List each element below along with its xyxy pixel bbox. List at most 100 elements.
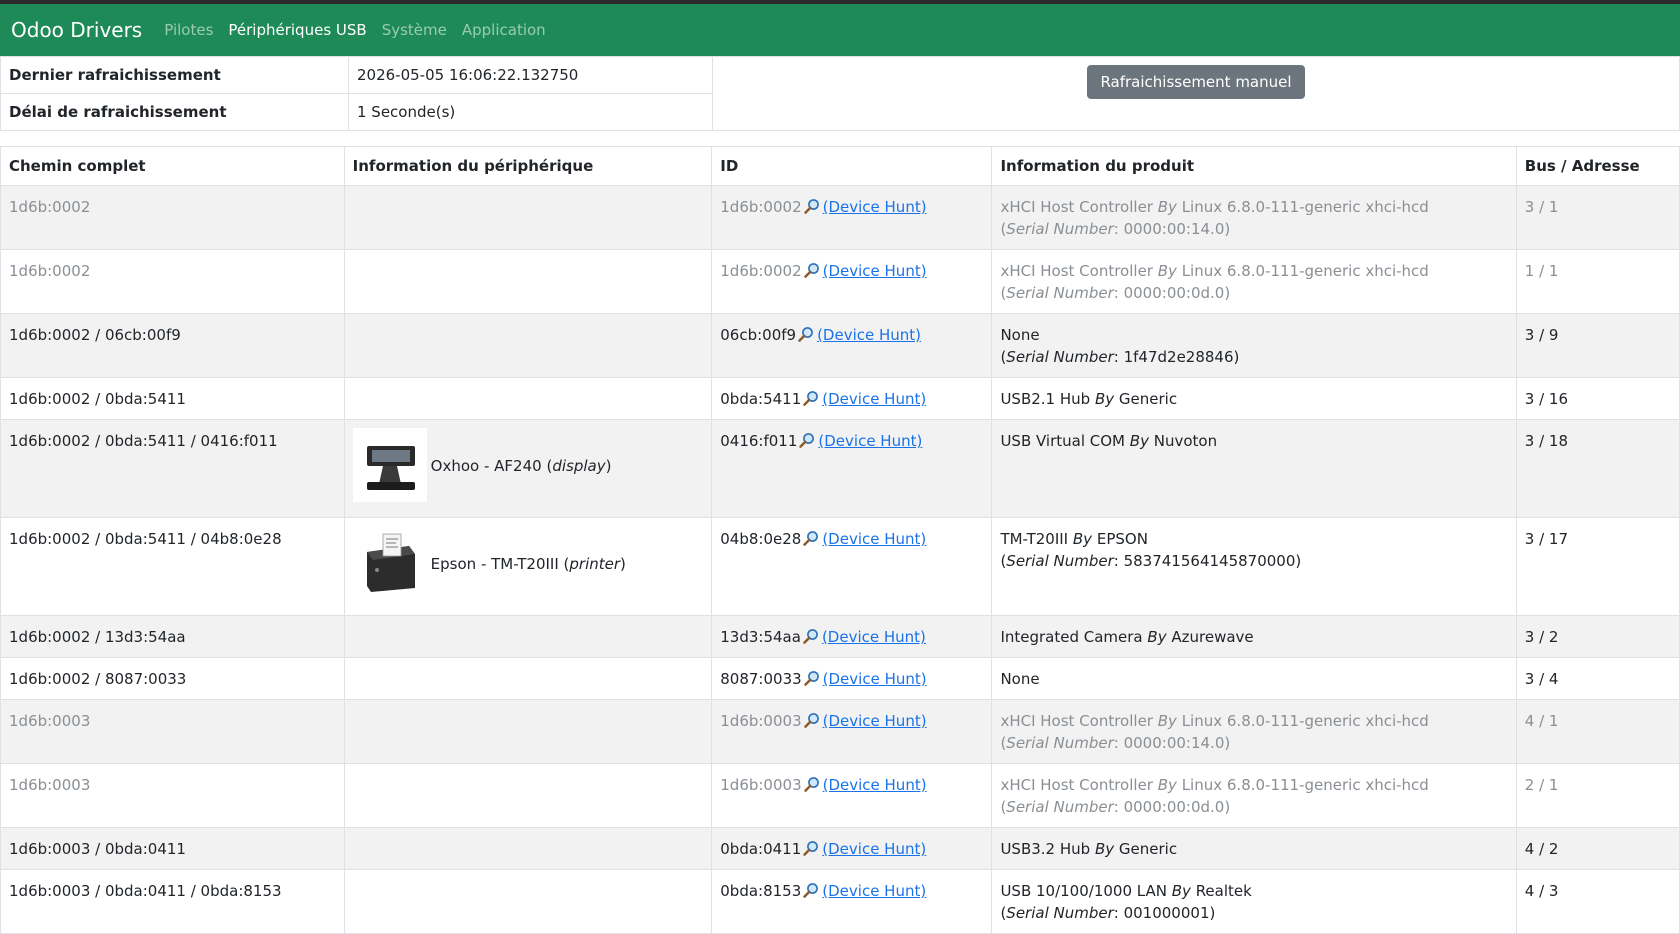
- cell-device-info: Oxhoo - AF240 (display): [343, 419, 713, 518]
- product-name: xHCI Host Controller: [1000, 776, 1153, 794]
- product-name: TM-T20III: [1000, 530, 1069, 548]
- device-hunt-link[interactable]: (Device Hunt): [822, 882, 926, 900]
- device-hunt-link[interactable]: (Device Hunt): [823, 198, 927, 216]
- serial-number: 583741564145870000: [1123, 552, 1296, 570]
- cell-product-info: TM-T20III By EPSON (Serial Number: 583741…: [991, 517, 1517, 616]
- by-label: By: [1094, 840, 1115, 858]
- device-type: printer: [569, 555, 621, 573]
- magnifier-icon[interactable]: [803, 530, 819, 546]
- device-hunt-link[interactable]: (Device Hunt): [823, 262, 927, 280]
- nav-link-system[interactable]: Système: [382, 21, 447, 39]
- cell-full-path: 1d6b:0002: [0, 185, 345, 250]
- cell-bus-address: 3 / 9: [1515, 313, 1680, 378]
- serial-number: 001000001: [1123, 904, 1210, 922]
- cell-bus-address: 1 / 1: [1515, 249, 1680, 314]
- cell-id: 13d3:54aa (Device Hunt): [711, 615, 993, 658]
- magnifier-icon[interactable]: [803, 628, 819, 644]
- cell-id: 0bda:8153 (Device Hunt): [711, 869, 993, 934]
- cell-full-path: 1d6b:0003: [0, 763, 345, 828]
- device-name: Oxhoo - AF240: [430, 457, 542, 475]
- cell-device-info: [343, 185, 713, 250]
- product-vendor: Generic: [1118, 390, 1178, 408]
- header-full-path: Chemin complet: [0, 146, 345, 186]
- serial-number: 1f47d2e28846: [1123, 348, 1234, 366]
- cell-full-path: 1d6b:0002 / 0bda:5411 / 0416:f011: [0, 419, 345, 518]
- device-id: 1d6b:0003: [720, 712, 802, 730]
- product-name: Integrated Camera: [1000, 628, 1143, 646]
- serial-label: Serial Number: [1006, 798, 1114, 816]
- product-name: xHCI Host Controller: [1000, 712, 1153, 730]
- serial-label: Serial Number: [1006, 220, 1114, 238]
- manual-refresh-button[interactable]: Rafraichissement manuel: [1087, 65, 1305, 99]
- cell-product-info: USB 10/100/1000 LAN By Realtek (Serial Nu…: [991, 869, 1517, 934]
- by-label: By: [1171, 882, 1191, 900]
- cell-full-path: 1d6b:0002 / 0bda:5411 / 04b8:0e28: [0, 517, 345, 616]
- cell-bus-address: 4 / 2: [1515, 827, 1680, 870]
- cell-bus-address: 4 / 3: [1515, 869, 1680, 934]
- device-id: 1d6b:0003: [720, 776, 802, 794]
- cell-product-info: USB3.2 Hub By Generic: [991, 827, 1517, 870]
- product-name: USB3.2 Hub: [1000, 840, 1091, 858]
- magnifier-icon[interactable]: [803, 712, 820, 728]
- nav-link-pilotes[interactable]: Pilotes: [164, 21, 213, 39]
- device-hunt-link[interactable]: (Device Hunt): [823, 712, 927, 730]
- table-row: 1d6b:0002 / 13d3:54aa 13d3:54aa (Device Hu…: [0, 615, 1680, 658]
- magnifier-icon[interactable]: [803, 670, 820, 686]
- device-hunt-link[interactable]: (Device Hunt): [817, 326, 921, 344]
- product-name: xHCI Host Controller: [1000, 198, 1153, 216]
- cell-bus-address: 3 / 2: [1515, 615, 1680, 658]
- product-name: USB2.1 Hub: [1000, 390, 1091, 408]
- cell-id: 04b8:0e28 (Device Hunt): [711, 517, 993, 616]
- cell-full-path: 1d6b:0002: [0, 249, 345, 314]
- cell-device-info: [343, 699, 713, 764]
- magnifier-icon[interactable]: [803, 198, 820, 214]
- device-id: 8087:0033: [720, 670, 802, 688]
- device-hunt-link[interactable]: (Device Hunt): [822, 628, 926, 646]
- device-hunt-link[interactable]: (Device Hunt): [822, 530, 926, 548]
- device-hunt-link[interactable]: (Device Hunt): [823, 776, 927, 794]
- serial-label: Serial Number: [1006, 348, 1114, 366]
- magnifier-icon[interactable]: [803, 776, 820, 792]
- magnifier-icon[interactable]: [803, 840, 819, 856]
- cell-full-path: 1d6b:0003 / 0bda:0411: [0, 827, 345, 870]
- device-hunt-link[interactable]: (Device Hunt): [823, 670, 927, 688]
- serial-label: Serial Number: [1006, 734, 1114, 752]
- magnifier-icon[interactable]: [803, 390, 819, 406]
- serial-number: 0000:00:0d.0: [1123, 798, 1225, 816]
- cell-id: 0bda:5411 (Device Hunt): [711, 377, 993, 420]
- magnifier-icon[interactable]: [803, 262, 820, 278]
- customer-display-icon: [352, 428, 427, 502]
- cell-bus-address: 4 / 1: [1515, 699, 1680, 764]
- refresh-button-cell: Rafraichissement manuel: [712, 56, 1680, 131]
- magnifier-icon[interactable]: [799, 432, 815, 448]
- product-name: None: [1000, 326, 1040, 344]
- serial-number: 0000:00:0d.0: [1123, 284, 1225, 302]
- usb-devices-table: Chemin complet Information du périphériq…: [0, 146, 1680, 934]
- table-row: 1d6b:0003 1d6b:0003 (Device Hunt) xHCI Host…: [0, 763, 1680, 828]
- brand-title[interactable]: Odoo Drivers: [11, 18, 142, 42]
- cell-id: 8087:0033 (Device Hunt): [711, 657, 993, 700]
- device-id: 1d6b:0002: [720, 198, 802, 216]
- device-id: 1d6b:0002: [720, 262, 802, 280]
- cell-full-path: 1d6b:0002 / 06cb:00f9: [0, 313, 345, 378]
- device-hunt-link[interactable]: (Device Hunt): [822, 840, 926, 858]
- cell-id: 06cb:00f9 (Device Hunt): [711, 313, 993, 378]
- cell-bus-address: 2 / 1: [1515, 763, 1680, 828]
- by-label: By: [1129, 432, 1149, 450]
- nav-link-usb-devices[interactable]: Périphériques USB: [228, 21, 366, 39]
- cell-product-info: USB2.1 Hub By Generic: [991, 377, 1517, 420]
- serial-label: Serial Number: [1006, 904, 1114, 922]
- cell-product-info: xHCI Host Controller By Linux 6.8.0-111-…: [991, 249, 1517, 314]
- device-hunt-link[interactable]: (Device Hunt): [818, 432, 922, 450]
- serial-number: 0000:00:14.0: [1123, 220, 1225, 238]
- table-header-row: Chemin complet Information du périphériq…: [0, 146, 1680, 186]
- device-hunt-link[interactable]: (Device Hunt): [822, 390, 926, 408]
- magnifier-icon[interactable]: [803, 882, 819, 898]
- product-name: None: [1000, 670, 1040, 688]
- magnifier-icon[interactable]: [798, 326, 814, 342]
- device-thumbnail: Oxhoo - AF240 (display): [352, 428, 611, 502]
- refresh-delay-value: 1 Seconde(s): [348, 93, 713, 131]
- nav-link-application[interactable]: Application: [462, 21, 546, 39]
- by-label: By: [1157, 776, 1177, 794]
- by-label: By: [1094, 390, 1115, 408]
